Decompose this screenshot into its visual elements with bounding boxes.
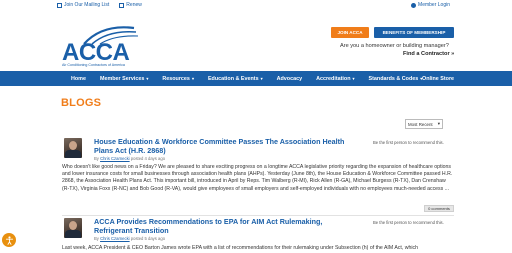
nav-item-label: Education & Events (207, 75, 259, 82)
nav-item-label: Advocacy (276, 75, 303, 82)
post-byline: By Chris Czarnecki posted 4 days ago (94, 156, 166, 161)
comments-badge[interactable]: 0 comments (424, 205, 454, 212)
post-byline: By Chris Czarnecki posted 5 days ago (94, 236, 166, 241)
sort-value: Most Recent (408, 121, 433, 127)
avatar[interactable] (64, 138, 82, 158)
renew-label: Renew (126, 2, 142, 8)
join-acca-button[interactable]: JOIN ACCA (331, 27, 369, 38)
accessibility-button[interactable] (2, 233, 16, 247)
post-date: posted 4 days ago (130, 156, 166, 161)
chevron-down-icon: ▾ (146, 76, 149, 81)
chevron-down-icon: ▾ (352, 76, 355, 81)
nav-items: Home Member Services ▾ Resources ▾ Educa… (64, 71, 429, 86)
recommend-text: Be the first person to recommend this. (373, 140, 444, 145)
blog-post: ACCA Provides Recommendations to EPA for… (62, 217, 454, 253)
top-links: Join Our Mailing List Renew (57, 2, 142, 8)
acca-logo[interactable]: ACCA Air Conditioning Contractors of Ame… (62, 22, 152, 68)
nav-item-label: Member Services (99, 75, 145, 82)
post-title-link[interactable]: ACCA Provides Recommendations to EPA for… (94, 217, 334, 235)
mailing-list-link[interactable]: Join Our Mailing List (57, 2, 109, 8)
recommend-text: Be the first person to recommend this. (373, 220, 444, 225)
page-title: BLOGS (61, 97, 102, 109)
author-link[interactable]: Chris Czarnecki (100, 156, 130, 161)
member-login-label: Member Login (418, 2, 450, 8)
post-excerpt: Last week, ACCA President & CEO Barton J… (62, 245, 418, 251)
nav-item-label: Accreditation (316, 75, 351, 82)
nav-item-label: Resources (162, 75, 190, 82)
find-contractor-link[interactable]: Find a Contractor » (403, 51, 454, 57)
main-nav: Home Member Services ▾ Resources ▾ Educa… (0, 71, 512, 86)
nav-item-label: Home (71, 75, 86, 82)
logo-tagline: Air Conditioning Contractors of America (62, 63, 125, 67)
top-utility-bar: Join Our Mailing List Renew Member Login (0, 0, 512, 13)
checkbox-icon (119, 2, 125, 8)
chevron-down-icon: ▾ (260, 76, 263, 81)
nav-item-accreditation[interactable]: Accreditation ▾ (309, 71, 361, 86)
nav-item-online-store[interactable]: Online Store (422, 71, 454, 86)
chevron-down-icon: ▾ (191, 76, 194, 81)
author-link[interactable]: Chris Czarnecki (100, 236, 130, 241)
nav-item-standards-codes[interactable]: Standards & Codes ▾ (362, 71, 430, 86)
nav-item-advocacy[interactable]: Advocacy (270, 71, 309, 86)
nav-item-member-services[interactable]: Member Services ▾ (93, 71, 155, 86)
homeowner-question: Are you a homeowner or building manager? (340, 43, 449, 49)
member-login-link[interactable]: Member Login (411, 2, 450, 8)
renew-link[interactable]: Renew (119, 2, 142, 8)
post-title-link[interactable]: House Education & Workforce Committee Pa… (94, 137, 359, 155)
post-excerpt: Who doesn't like good news on a Friday? … (62, 164, 453, 192)
nav-item-label: Standards & Codes (368, 75, 419, 82)
nav-item-resources[interactable]: Resources ▾ (155, 71, 201, 86)
chevron-down-icon: ▾ (437, 121, 440, 126)
benefits-of-membership-button[interactable]: BENEFITS OF MEMBERSHIP (374, 27, 454, 38)
sort-dropdown[interactable]: Most Recent ▾ (405, 119, 443, 129)
accessibility-icon (5, 235, 13, 245)
nav-item-home[interactable]: Home (64, 71, 93, 86)
post-date: posted 5 days ago (130, 236, 166, 241)
mailing-list-label: Join Our Mailing List (64, 2, 110, 8)
avatar[interactable] (64, 218, 82, 238)
nav-item-education-events[interactable]: Education & Events ▾ (201, 71, 270, 86)
post-divider (62, 215, 454, 216)
user-icon (411, 2, 417, 8)
checkbox-icon (57, 2, 62, 8)
